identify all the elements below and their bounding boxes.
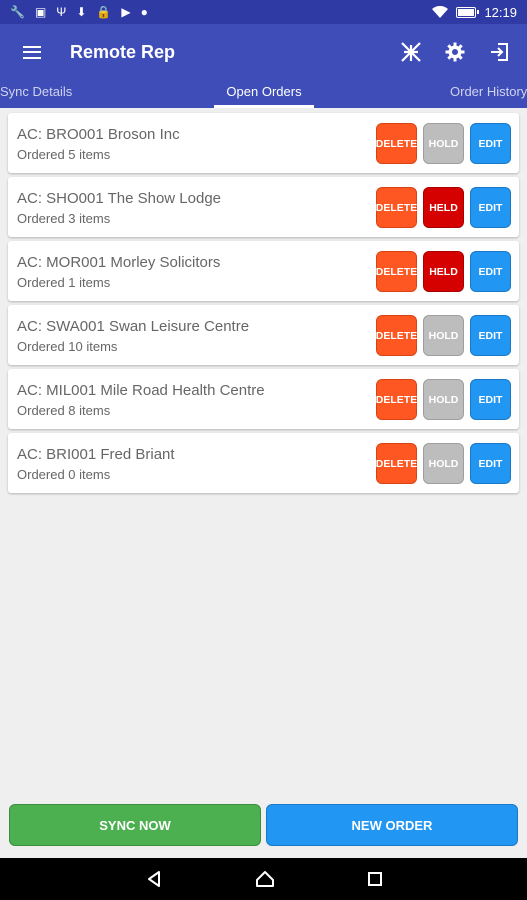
system-nav-bar xyxy=(0,858,527,900)
order-card[interactable]: AC: BRO001 Broson Inc Ordered 5 items DE… xyxy=(8,113,519,173)
held-button[interactable]: HELD xyxy=(423,187,464,228)
item-count: Ordered 10 items xyxy=(17,339,118,354)
status-bar: 🔧 ▣ Ψ ⬇ 🔒 ▶ ● 12:19 xyxy=(0,0,527,24)
account-name: AC: SWA001 Swan Leisure Centre xyxy=(17,318,250,335)
delete-button[interactable]: DELETE xyxy=(376,187,417,228)
edit-button[interactable]: EDIT xyxy=(470,315,511,356)
signal-tower-button[interactable] xyxy=(389,30,433,74)
delete-button[interactable]: DELETE xyxy=(376,379,417,420)
order-card[interactable]: AC: MOR001 Morley Solicitors Ordered 1 i… xyxy=(8,241,519,301)
new-order-button[interactable]: NEW ORDER xyxy=(266,804,518,846)
account-name: AC: MOR001 Morley Solicitors xyxy=(17,254,221,271)
hold-button[interactable]: HOLD xyxy=(423,315,464,356)
tab-order-history[interactable]: Order History xyxy=(450,80,527,108)
hold-button[interactable]: HOLD xyxy=(423,443,464,484)
item-count: Ordered 0 items xyxy=(17,467,111,482)
signal-tower-icon xyxy=(401,42,421,62)
order-card[interactable]: AC: MIL001 Mile Road Health Centre Order… xyxy=(8,369,519,429)
hold-button[interactable]: HOLD xyxy=(423,379,464,420)
delete-button[interactable]: DELETE xyxy=(376,251,417,292)
notification-icons: 🔧 ▣ Ψ ⬇ 🔒 ▶ ● xyxy=(10,6,148,18)
sync-now-button[interactable]: SYNC NOW xyxy=(9,804,261,846)
bulb-icon: ● xyxy=(140,5,148,19)
wrench-icon: 🔧 xyxy=(10,5,25,19)
back-icon[interactable] xyxy=(145,870,163,888)
account-name: AC: SHO001 The Show Lodge xyxy=(17,190,222,207)
hold-button[interactable]: HOLD xyxy=(423,123,464,164)
recents-icon[interactable] xyxy=(367,871,383,887)
hamburger-icon xyxy=(23,45,41,59)
edit-button[interactable]: EDIT xyxy=(470,379,511,420)
tab-bar: Sync Details Open Orders Order History xyxy=(0,80,527,108)
menu-button[interactable] xyxy=(0,24,64,80)
logout-button[interactable] xyxy=(477,30,521,74)
account-name: AC: MIL001 Mile Road Health Centre xyxy=(17,382,265,399)
account-name: AC: BRI001 Fred Briant xyxy=(17,446,175,463)
home-icon[interactable] xyxy=(255,870,275,888)
delete-button[interactable]: DELETE xyxy=(376,123,417,164)
play-store-icon: ▶ xyxy=(121,5,131,19)
tab-open-orders[interactable]: Open Orders xyxy=(214,80,314,108)
item-count: Ordered 8 items xyxy=(17,403,111,418)
delete-button[interactable]: DELETE xyxy=(376,443,417,484)
order-card[interactable]: AC: SWA001 Swan Leisure Centre Ordered 1… xyxy=(8,305,519,365)
app-title: Remote Rep xyxy=(70,41,176,62)
item-count: Ordered 3 items xyxy=(17,211,111,226)
held-button[interactable]: HELD xyxy=(423,251,464,292)
clock: 12:19 xyxy=(484,4,517,20)
wifi-icon xyxy=(432,6,449,18)
edit-button[interactable]: EDIT xyxy=(470,443,511,484)
lock-icon: 🔒 xyxy=(96,5,112,19)
edit-button[interactable]: EDIT xyxy=(470,123,511,164)
tab-sync-details[interactable]: Sync Details xyxy=(0,80,72,108)
order-card[interactable]: AC: BRI001 Fred Briant Ordered 0 items D… xyxy=(8,433,519,493)
item-count: Ordered 1 items xyxy=(17,275,111,290)
download-icon: ⬇ xyxy=(76,5,87,19)
edit-button[interactable]: EDIT xyxy=(470,187,511,228)
delete-button[interactable]: DELETE xyxy=(376,315,417,356)
usb-icon: Ψ xyxy=(56,5,67,19)
app-bar: Remote Rep xyxy=(0,24,527,80)
battery-icon xyxy=(456,6,480,18)
settings-button[interactable] xyxy=(433,30,477,74)
edit-button[interactable]: EDIT xyxy=(470,251,511,292)
gear-icon xyxy=(445,42,465,62)
image-icon: ▣ xyxy=(34,5,47,19)
order-card[interactable]: AC: SHO001 The Show Lodge Ordered 3 item… xyxy=(8,177,519,237)
account-name: AC: BRO001 Broson Inc xyxy=(17,126,180,143)
exit-icon xyxy=(491,43,508,61)
order-list: AC: BRO001 Broson Inc Ordered 5 items DE… xyxy=(8,113,519,497)
item-count: Ordered 5 items xyxy=(17,147,111,162)
